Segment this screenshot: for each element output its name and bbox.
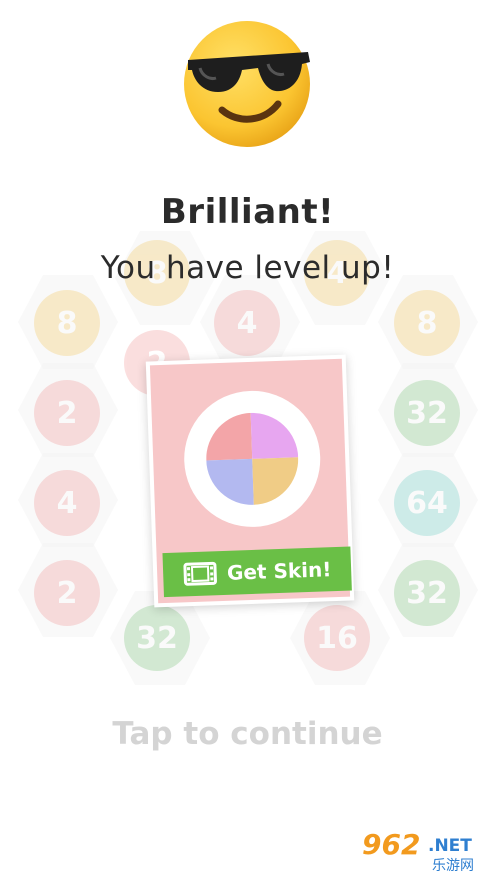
board-tile: 2 (34, 560, 100, 626)
board-tile: 16 (304, 605, 370, 671)
watermark-text: 乐游网 (432, 858, 474, 874)
board-tile: 32 (394, 560, 460, 626)
subheadline: You have level up! (100, 250, 395, 286)
get-skin-label: Get Skin! (226, 557, 332, 585)
skin-color-wheel (204, 411, 300, 507)
board-tile: 64 (394, 470, 460, 536)
skin-preview-ring (181, 388, 323, 530)
get-skin-button[interactable]: Get Skin! (162, 546, 352, 598)
board-tile: 8 (394, 290, 460, 356)
skin-preview-panel: Get Skin! (149, 358, 352, 604)
board-tile: 4 (214, 290, 280, 356)
board-tile: 32 (394, 380, 460, 446)
headline: Brilliant! (160, 192, 335, 232)
skin-reward-card[interactable]: Get Skin! (145, 354, 355, 608)
board-tile: 32 (124, 605, 190, 671)
board-tile: 8 (34, 290, 100, 356)
watermark-brand: 962 (362, 828, 421, 861)
tap-to-continue[interactable]: Tap to continue (0, 716, 495, 752)
board-tile: 4 (34, 470, 100, 536)
film-icon (183, 561, 217, 586)
watermark-suffix: .NET (428, 836, 472, 856)
sunglasses-face-icon (184, 21, 310, 147)
board-tile: 2 (34, 380, 100, 446)
